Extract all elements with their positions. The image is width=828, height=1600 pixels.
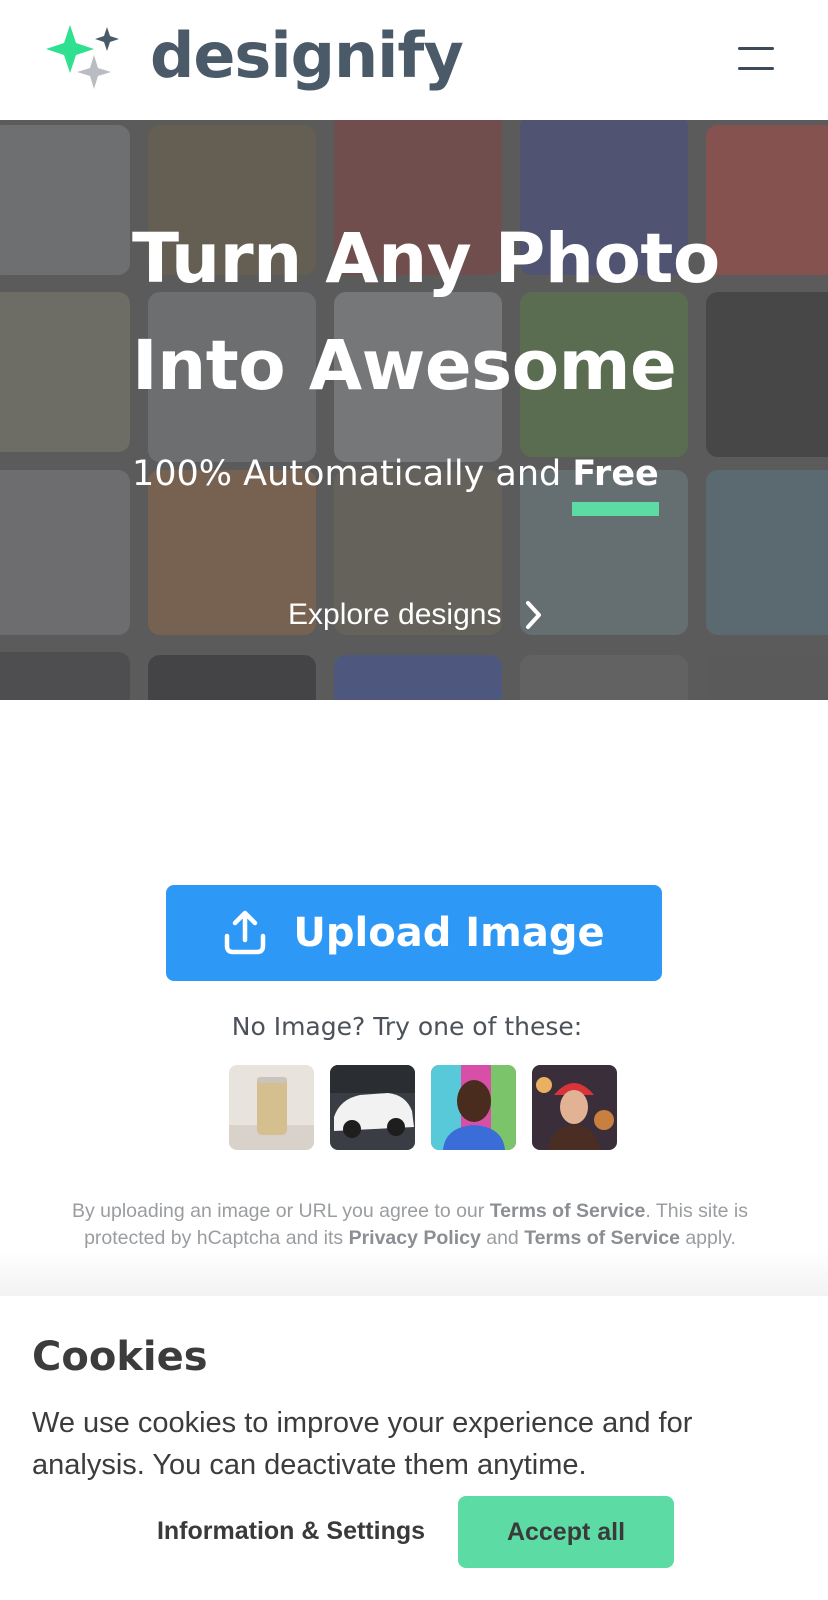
legal-text-1: By uploading an image or URL you agree t… [71, 1200, 490, 1222]
legal-text-4: apply. [679, 1227, 736, 1249]
brand-name: designify [150, 19, 464, 92]
accent-underline [572, 502, 659, 516]
terms-of-service-link[interactable]: Terms of Service [490, 1200, 646, 1222]
information-settings-button[interactable]: Information & Settings [146, 1496, 436, 1566]
site-header: designify [0, 0, 828, 120]
subtitle-emphasis-text: Free [572, 454, 659, 494]
sample-can-thumbnail[interactable] [229, 1065, 314, 1150]
cookie-banner-shadow [0, 1250, 828, 1296]
legal-notice: By uploading an image or URL you agree t… [60, 1198, 760, 1252]
try-samples-text: No Image? Try one of these: [231, 1012, 583, 1041]
subtitle-emphasis: Free [572, 454, 659, 516]
cookie-title: Cookies [32, 1334, 208, 1380]
legal-text-3: and [480, 1227, 525, 1249]
sample-woman-thumbnail[interactable] [532, 1065, 617, 1150]
cookie-banner: Cookies We use cookies to improve your e… [0, 1296, 828, 1600]
hero-title-line2: Into Awesome [132, 326, 677, 406]
subtitle-prefix: 100% Automatically and [132, 454, 573, 494]
terms-of-service-link-2[interactable]: Terms of Service [524, 1227, 680, 1249]
upload-image-button[interactable]: Upload Image [166, 885, 662, 981]
hero-title-line1: Turn Any Photo [132, 219, 720, 299]
logo[interactable]: designify [46, 19, 464, 93]
sample-man-thumbnail[interactable] [431, 1065, 516, 1150]
upload-icon [225, 910, 266, 955]
upload-image-label: Upload Image [293, 910, 605, 956]
privacy-policy-link[interactable]: Privacy Policy [349, 1227, 481, 1249]
sample-images [229, 1065, 617, 1150]
sparkles-logo-icon [46, 25, 119, 89]
cookie-description: We use cookies to improve your experienc… [32, 1407, 693, 1481]
accept-all-button[interactable]: Accept all [458, 1496, 674, 1568]
hamburger-menu-icon[interactable] [738, 47, 774, 71]
hero-subtitle: 100% Automatically and Free [132, 454, 659, 516]
explore-designs-label: Explore designs [288, 598, 502, 631]
hero-section: Turn Any Photo Into Awesome 100% Automat… [0, 120, 828, 700]
hero-title: Turn Any Photo Into Awesome [132, 206, 752, 420]
sample-car-thumbnail[interactable] [330, 1065, 415, 1150]
explore-designs-link[interactable]: Explore designs [288, 598, 549, 632]
chevron-right-icon [526, 601, 542, 629]
